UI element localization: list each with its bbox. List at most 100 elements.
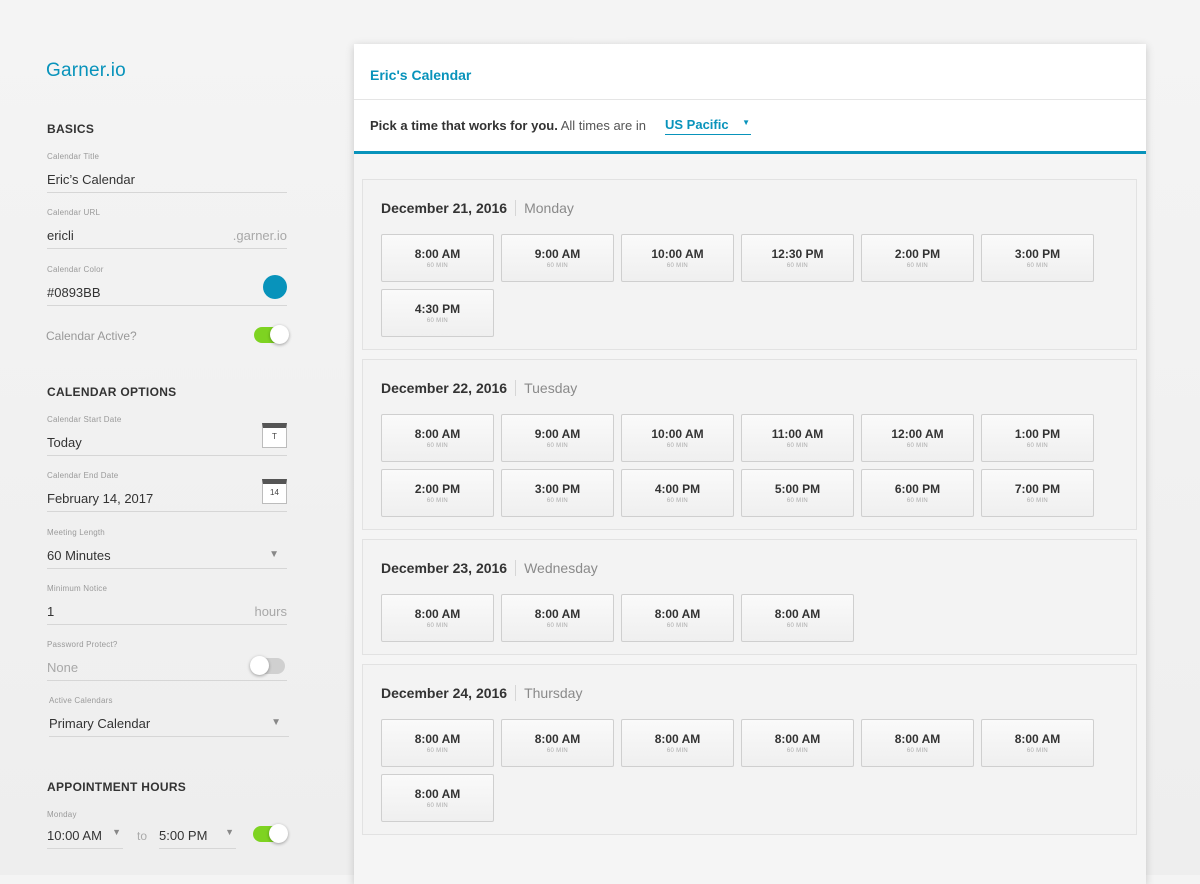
day-list: December 21, 2016 Monday 8:00 AM 60 MIN 9:00… (362, 179, 1137, 844)
calendar-icon[interactable]: 14 (262, 479, 287, 504)
minimum-notice-input[interactable]: 1 (47, 604, 54, 619)
url-suffix: .garner.io (232, 228, 287, 243)
monday-hours-row: 10:00 AM ▼ to 5:00 PM ▼ (47, 824, 289, 850)
timezone-select[interactable]: US Pacific ▼ (665, 116, 751, 135)
time-slot-button[interactable]: 8:00 AM 60 MIN (381, 594, 494, 642)
time-slot-button[interactable]: 12:00 AM 60 MIN (861, 414, 974, 462)
monday-start-select[interactable]: 10:00 AM ▼ (47, 824, 123, 849)
calendar-color-field[interactable]: Calendar Color #0893BB (47, 265, 287, 306)
day-weekday: Tuesday (524, 380, 578, 396)
day-card: December 21, 2016 Monday 8:00 AM 60 MIN 9:00… (362, 179, 1137, 350)
slot-duration: 60 MIN (426, 498, 449, 504)
slot-time: 6:00 PM (894, 482, 941, 496)
day-card: December 24, 2016 Thursday 8:00 AM 60 MIN 8:… (362, 664, 1137, 835)
time-slot-button[interactable]: 8:00 AM 60 MIN (381, 234, 494, 282)
time-slot-button[interactable]: 5:00 PM 60 MIN (741, 469, 854, 517)
monday-toggle[interactable] (253, 824, 288, 843)
time-slot-button[interactable]: 8:00 AM 60 MIN (621, 719, 734, 767)
time-slot-grid: 8:00 AM 60 MIN 9:00 AM 60 MIN 10:00 AM 60 MIN… (381, 234, 1101, 337)
slot-duration: 60 MIN (906, 748, 929, 754)
chevron-down-icon: ▼ (112, 827, 121, 837)
slot-duration: 60 MIN (666, 443, 689, 449)
time-slot-button[interactable]: 2:00 PM 60 MIN (861, 234, 974, 282)
time-slot-button[interactable]: 8:00 AM 60 MIN (621, 594, 734, 642)
password-protect-toggle[interactable] (250, 656, 285, 675)
time-slot-button[interactable]: 11:00 AM 60 MIN (741, 414, 854, 462)
time-slot-button[interactable]: 8:00 AM 60 MIN (741, 594, 854, 642)
time-slot-button[interactable]: 3:00 PM 60 MIN (981, 234, 1094, 282)
calendar-panel: Eric's Calendar Pick a time that works f… (354, 44, 1146, 884)
time-slot-button[interactable]: 1:00 PM 60 MIN (981, 414, 1094, 462)
slot-time: 8:00 AM (654, 607, 701, 621)
calendar-title-field[interactable]: Calendar Title Eric’s Calendar (47, 152, 287, 193)
day-header: December 21, 2016 Monday (381, 200, 1118, 220)
slot-time: 12:30 PM (771, 247, 824, 261)
time-slot-button[interactable]: 4:30 PM 60 MIN (381, 289, 494, 337)
calendar-color-input[interactable]: #0893BB (47, 285, 101, 300)
slot-duration: 60 MIN (546, 263, 569, 269)
time-slot-button[interactable]: 12:30 PM 60 MIN (741, 234, 854, 282)
minimum-notice-field[interactable]: Minimum Notice 1 hours (47, 584, 287, 625)
notice-unit: hours (254, 604, 287, 619)
calendar-active-label: Calendar Active? (46, 329, 137, 343)
time-slot-button[interactable]: 8:00 AM 60 MIN (381, 414, 494, 462)
time-slot-button[interactable]: 3:00 PM 60 MIN (501, 469, 614, 517)
slot-duration: 60 MIN (666, 623, 689, 629)
start-date-input[interactable]: Today (47, 435, 82, 450)
slot-duration: 60 MIN (786, 748, 809, 754)
start-date-field[interactable]: Calendar Start Date Today T (47, 415, 287, 456)
end-date-field[interactable]: Calendar End Date February 14, 2017 14 (47, 471, 287, 512)
day-header: December 23, 2016 Wednesday (381, 560, 1118, 580)
monday-end-select[interactable]: 5:00 PM ▼ (159, 824, 236, 849)
slot-duration: 60 MIN (426, 318, 449, 324)
color-swatch[interactable] (263, 275, 287, 299)
time-slot-button[interactable]: 7:00 PM 60 MIN (981, 469, 1094, 517)
time-slot-button[interactable]: 8:00 AM 60 MIN (381, 774, 494, 822)
time-slot-button[interactable]: 2:00 PM 60 MIN (381, 469, 494, 517)
calendar-url-field[interactable]: Calendar URL ericli .garner.io (47, 208, 287, 249)
slot-duration: 60 MIN (1026, 748, 1049, 754)
toggle-knob (270, 325, 289, 344)
time-slot-button[interactable]: 8:00 AM 60 MIN (741, 719, 854, 767)
field-label: Calendar End Date (47, 471, 119, 480)
time-slot-button[interactable]: 8:00 AM 60 MIN (501, 719, 614, 767)
slot-duration: 60 MIN (906, 443, 929, 449)
day-weekday: Thursday (524, 685, 583, 701)
chevron-down-icon[interactable]: ▼ (271, 717, 281, 728)
slot-duration: 60 MIN (1026, 263, 1049, 269)
time-slot-button[interactable]: 9:00 AM 60 MIN (501, 234, 614, 282)
meeting-length-select[interactable]: 60 Minutes (47, 548, 111, 563)
end-date-input[interactable]: February 14, 2017 (47, 491, 153, 506)
day-header: December 24, 2016 Thursday (381, 685, 1118, 705)
slot-duration: 60 MIN (426, 443, 449, 449)
active-calendars-select[interactable]: Primary Calendar (49, 716, 150, 731)
time-slot-button[interactable]: 10:00 AM 60 MIN (621, 234, 734, 282)
time-slot-button[interactable]: 4:00 PM 60 MIN (621, 469, 734, 517)
time-slot-button[interactable]: 10:00 AM 60 MIN (621, 414, 734, 462)
active-calendars-field[interactable]: Active Calendars Primary Calendar ▼ (49, 696, 289, 737)
slot-duration: 60 MIN (546, 623, 569, 629)
time-slot-button[interactable]: 8:00 AM 60 MIN (981, 719, 1094, 767)
slot-time: 8:00 AM (534, 732, 581, 746)
calendar-url-input[interactable]: ericli (47, 228, 74, 243)
time-slot-button[interactable]: 6:00 PM 60 MIN (861, 469, 974, 517)
slot-time: 8:00 AM (414, 247, 461, 261)
start-time-value: 10:00 AM (47, 828, 102, 843)
time-slot-button[interactable]: 8:00 AM 60 MIN (861, 719, 974, 767)
password-protect-field[interactable]: Password Protect? None (47, 640, 287, 681)
slot-time: 9:00 AM (534, 427, 581, 441)
calendar-title-input[interactable]: Eric’s Calendar (47, 172, 135, 187)
time-slot-button[interactable]: 8:00 AM 60 MIN (501, 594, 614, 642)
slot-duration: 60 MIN (786, 623, 809, 629)
day-date: December 22, 2016 (381, 380, 508, 396)
meeting-length-field[interactable]: Meeting Length 60 Minutes ▼ (47, 528, 287, 569)
calendar-active-toggle[interactable] (254, 325, 289, 344)
time-slot-button[interactable]: 9:00 AM 60 MIN (501, 414, 614, 462)
slot-time: 8:00 AM (774, 607, 821, 621)
time-slot-button[interactable]: 8:00 AM 60 MIN (381, 719, 494, 767)
prompt-rest: All times are in (557, 118, 646, 133)
calendar-icon[interactable]: T (262, 423, 287, 448)
calendar-title: Eric's Calendar (370, 67, 472, 83)
chevron-down-icon[interactable]: ▼ (269, 549, 279, 560)
password-input[interactable]: None (47, 660, 78, 675)
